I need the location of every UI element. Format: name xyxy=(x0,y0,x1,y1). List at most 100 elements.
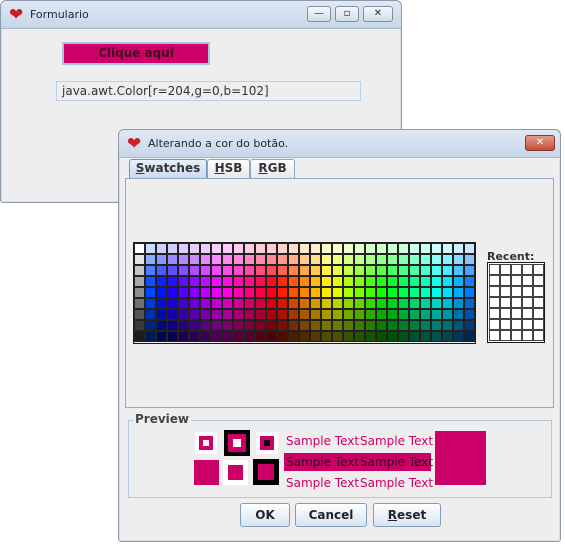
recent-swatch-cell[interactable] xyxy=(489,264,500,275)
swatch-cell[interactable] xyxy=(420,265,431,276)
swatch-cell[interactable] xyxy=(167,309,178,320)
swatch-cell[interactable] xyxy=(420,331,431,342)
swatch-cell[interactable] xyxy=(200,276,211,287)
swatch-cell[interactable] xyxy=(211,276,222,287)
swatch-cell[interactable] xyxy=(343,254,354,265)
swatch-cell[interactable] xyxy=(167,287,178,298)
close-button[interactable]: ✕ xyxy=(363,6,393,22)
swatch-cell[interactable] xyxy=(178,331,189,342)
swatch-cell[interactable] xyxy=(453,265,464,276)
swatch-cell[interactable] xyxy=(420,287,431,298)
swatch-cell[interactable] xyxy=(398,287,409,298)
swatch-cell[interactable] xyxy=(244,331,255,342)
swatch-cell[interactable] xyxy=(387,276,398,287)
swatch-cell[interactable] xyxy=(431,254,442,265)
recent-swatch-grid[interactable] xyxy=(487,262,545,343)
swatch-cell[interactable] xyxy=(365,331,376,342)
swatch-cell[interactable] xyxy=(167,254,178,265)
swatch-cell[interactable] xyxy=(222,265,233,276)
swatch-cell[interactable] xyxy=(266,320,277,331)
swatch-cell[interactable] xyxy=(134,243,145,254)
swatch-cell[interactable] xyxy=(244,309,255,320)
swatch-cell[interactable] xyxy=(343,298,354,309)
swatch-cell[interactable] xyxy=(321,331,332,342)
swatch-cell[interactable] xyxy=(277,265,288,276)
swatch-cell[interactable] xyxy=(310,320,321,331)
swatch-cell[interactable] xyxy=(255,298,266,309)
swatch-cell[interactable] xyxy=(167,265,178,276)
swatch-cell[interactable] xyxy=(277,309,288,320)
swatch-cell[interactable] xyxy=(255,243,266,254)
swatch-cell[interactable] xyxy=(222,320,233,331)
form-titlebar[interactable]: ❤ Formulario — ▫ ✕ xyxy=(1,1,401,29)
swatch-cell[interactable] xyxy=(431,265,442,276)
swatch-cell[interactable] xyxy=(222,276,233,287)
swatch-cell[interactable] xyxy=(244,254,255,265)
swatch-cell[interactable] xyxy=(365,254,376,265)
swatch-cell[interactable] xyxy=(233,243,244,254)
swatch-cell[interactable] xyxy=(167,320,178,331)
swatch-cell[interactable] xyxy=(464,265,475,276)
swatch-cell[interactable] xyxy=(277,298,288,309)
swatch-cell[interactable] xyxy=(365,243,376,254)
swatch-cell[interactable] xyxy=(277,276,288,287)
swatch-cell[interactable] xyxy=(200,265,211,276)
swatch-cell[interactable] xyxy=(299,298,310,309)
swatch-cell[interactable] xyxy=(332,276,343,287)
swatch-cell[interactable] xyxy=(354,320,365,331)
swatch-cell[interactable] xyxy=(156,265,167,276)
swatch-cell[interactable] xyxy=(178,320,189,331)
swatch-cell[interactable] xyxy=(321,265,332,276)
swatch-cell[interactable] xyxy=(145,320,156,331)
swatch-cell[interactable] xyxy=(332,298,343,309)
swatch-cell[interactable] xyxy=(222,309,233,320)
swatch-cell[interactable] xyxy=(343,287,354,298)
swatch-cell[interactable] xyxy=(222,287,233,298)
cancel-button[interactable]: Cancel xyxy=(295,503,367,527)
swatch-cell[interactable] xyxy=(354,309,365,320)
swatch-cell[interactable] xyxy=(409,276,420,287)
swatch-cell[interactable] xyxy=(189,287,200,298)
swatch-cell[interactable] xyxy=(398,331,409,342)
swatch-cell[interactable] xyxy=(233,331,244,342)
swatch-cell[interactable] xyxy=(299,331,310,342)
swatch-cell[interactable] xyxy=(288,320,299,331)
swatch-cell[interactable] xyxy=(178,276,189,287)
swatch-cell[interactable] xyxy=(134,320,145,331)
swatch-cell[interactable] xyxy=(398,265,409,276)
swatch-cell[interactable] xyxy=(233,320,244,331)
swatch-cell[interactable] xyxy=(332,331,343,342)
swatch-cell[interactable] xyxy=(244,320,255,331)
swatch-cell[interactable] xyxy=(156,276,167,287)
swatch-cell[interactable] xyxy=(211,320,222,331)
swatch-cell[interactable] xyxy=(189,243,200,254)
swatch-cell[interactable] xyxy=(156,298,167,309)
swatch-cell[interactable] xyxy=(134,254,145,265)
swatch-cell[interactable] xyxy=(321,309,332,320)
swatch-cell[interactable] xyxy=(299,276,310,287)
recent-swatch-cell[interactable] xyxy=(511,286,522,297)
swatch-cell[interactable] xyxy=(453,243,464,254)
swatch-cell[interactable] xyxy=(244,265,255,276)
swatch-cell[interactable] xyxy=(442,298,453,309)
swatch-cell[interactable] xyxy=(200,320,211,331)
swatch-cell[interactable] xyxy=(233,276,244,287)
swatch-cell[interactable] xyxy=(167,243,178,254)
swatch-cell[interactable] xyxy=(409,309,420,320)
recent-swatch-cell[interactable] xyxy=(500,275,511,286)
swatch-cell[interactable] xyxy=(420,276,431,287)
swatch-cell[interactable] xyxy=(442,309,453,320)
swatch-cell[interactable] xyxy=(310,331,321,342)
swatch-cell[interactable] xyxy=(321,298,332,309)
recent-swatch-cell[interactable] xyxy=(511,275,522,286)
swatch-cell[interactable] xyxy=(442,243,453,254)
swatch-cell[interactable] xyxy=(431,243,442,254)
swatch-cell[interactable] xyxy=(420,254,431,265)
swatch-cell[interactable] xyxy=(464,287,475,298)
dialog-close-button[interactable]: ✕ xyxy=(525,135,555,151)
swatch-cell[interactable] xyxy=(277,320,288,331)
swatch-cell[interactable] xyxy=(310,254,321,265)
swatch-cell[interactable] xyxy=(266,243,277,254)
swatch-cell[interactable] xyxy=(354,243,365,254)
swatch-cell[interactable] xyxy=(442,254,453,265)
